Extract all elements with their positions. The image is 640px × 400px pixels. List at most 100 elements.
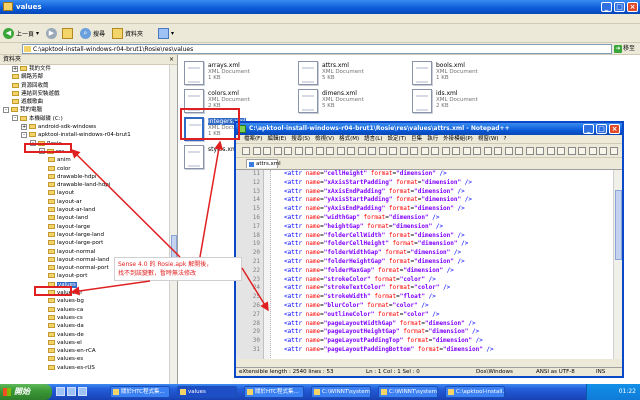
toolbar-icon[interactable] — [357, 147, 366, 155]
tree-item[interactable]: drawable-land-hdpi — [0, 181, 177, 189]
toolbar-icon[interactable] — [336, 147, 345, 155]
tree-item[interactable]: + android-sdk-windows — [0, 123, 177, 131]
menu-item[interactable]: 執行 — [427, 135, 438, 143]
toolbar-icon[interactable] — [557, 147, 565, 155]
taskbar-button[interactable]: C:\WINNT\system... — [378, 386, 438, 398]
toolbar-icon[interactable] — [441, 147, 450, 155]
toolbar-icon[interactable] — [546, 147, 555, 155]
file-item[interactable]: attrs.xml XML Document 5 KB — [298, 59, 398, 89]
expand-icon[interactable]: + — [12, 65, 18, 72]
tree-item[interactable]: values — [0, 281, 177, 289]
back-button[interactable]: ◀ 上一頁 ▾ — [3, 27, 39, 40]
tree-item[interactable]: color — [0, 165, 177, 173]
maximize-button[interactable]: □ — [614, 2, 625, 12]
toolbar-icon[interactable] — [536, 147, 544, 155]
toolbar-icon[interactable] — [347, 147, 355, 155]
tree-item[interactable]: layout-land — [0, 214, 177, 222]
editor-area[interactable]: 11 <attr name="cellHeight" format="dimens… — [236, 169, 622, 359]
tree-item[interactable]: values-cs — [0, 314, 177, 322]
quick-launch-icon[interactable] — [78, 387, 87, 396]
address-input[interactable]: C:\apktool-install-windows-r04-brut1\Ros… — [22, 44, 612, 54]
toolbar-icon[interactable] — [420, 147, 429, 155]
forward-button[interactable]: ▶ — [46, 27, 57, 40]
tree-item[interactable]: layout-ar — [0, 198, 177, 206]
tree-item[interactable]: values-da — [0, 322, 177, 330]
tree-item[interactable]: values-el — [0, 339, 177, 347]
quick-launch-icon[interactable] — [56, 387, 65, 396]
go-button[interactable]: ➜ 移至 — [614, 44, 636, 54]
menu-item[interactable]: 設定(T) — [388, 135, 407, 143]
close-button[interactable]: × — [627, 2, 638, 12]
toolbar-icon[interactable] — [305, 147, 313, 155]
tree-item[interactable]: values-en-rCA — [0, 347, 177, 355]
tab-attrs-xml[interactable]: attrs.xml — [246, 159, 281, 168]
tree-item[interactable]: values-de — [0, 331, 177, 339]
menu-item[interactable]: 檢視(V) — [315, 135, 334, 143]
minimize-button[interactable]: _ — [583, 124, 594, 134]
tree-item[interactable]: values-es — [0, 355, 177, 363]
toolbar-icon[interactable] — [410, 147, 418, 155]
quick-launch-icon[interactable] — [67, 387, 76, 396]
menu-item[interactable]: 格式(M) — [339, 135, 359, 143]
tree-item[interactable]: drawable-hdpi — [0, 173, 177, 181]
tree-item[interactable]: 網路芳鄰 — [0, 73, 177, 81]
toolbar-icon[interactable] — [378, 147, 387, 155]
toolbar-icon[interactable] — [515, 147, 523, 155]
file-item[interactable]: bools.xml XML Document 1 KB — [412, 59, 512, 89]
tree-item[interactable]: 遊戲歌曲 — [0, 98, 177, 106]
toolbar-icon[interactable] — [326, 147, 334, 155]
folders-button[interactable]: 資料夾 — [112, 27, 143, 40]
taskbar-button[interactable]: C:\WINNT\system... — [311, 386, 371, 398]
toolbar-icon[interactable] — [462, 147, 471, 155]
tree-item[interactable]: - apktool-install-windows-r04-brut1 — [0, 131, 177, 139]
toolbar-icon[interactable] — [273, 147, 282, 155]
toolbar-icon[interactable] — [368, 147, 376, 155]
collapse-icon[interactable]: - — [21, 131, 27, 138]
tree-item[interactable]: values-es-rUS — [0, 364, 177, 372]
toolbar-icon[interactable] — [525, 147, 534, 155]
toolbar-icon[interactable] — [389, 147, 397, 155]
file-item[interactable]: arrays.xml XML Document 1 KB — [184, 59, 284, 89]
views-button[interactable]: ▾ — [158, 27, 174, 40]
toolbar-icon[interactable] — [473, 147, 481, 155]
toolbar-icon[interactable] — [284, 147, 292, 155]
dropdown-arrow-icon[interactable]: ▾ — [36, 30, 39, 37]
toolbar-icon[interactable] — [599, 147, 607, 155]
menu-item[interactable]: 搜尋(S) — [291, 135, 310, 143]
file-item[interactable]: dimens.xml XML Document 5 KB — [298, 87, 398, 117]
start-button[interactable]: 開始 — [0, 384, 52, 400]
toolbar-icon[interactable] — [588, 147, 597, 155]
close-pane-icon[interactable]: × — [169, 55, 174, 65]
up-folder-button[interactable] — [62, 27, 73, 40]
close-button[interactable]: × — [609, 124, 620, 134]
menu-item[interactable]: ? — [504, 135, 507, 143]
tree-item[interactable]: layout-large-land — [0, 231, 177, 239]
toolbar-icon[interactable] — [431, 147, 439, 155]
maximize-button[interactable]: □ — [596, 124, 607, 134]
tree-item[interactable]: layout-large — [0, 223, 177, 231]
toolbar-icon[interactable] — [294, 147, 303, 155]
toolbar-icon[interactable] — [483, 147, 492, 155]
tree-item[interactable]: - 我的電腦 — [0, 106, 177, 114]
menu-item[interactable]: 檔案(F) — [244, 135, 262, 143]
tree-item[interactable]: layout — [0, 189, 177, 197]
tree-item[interactable]: layout-ar-land — [0, 206, 177, 214]
tree-item[interactable]: values-ca — [0, 306, 177, 314]
menu-item[interactable]: 視窗(W) — [478, 135, 499, 143]
tree-item[interactable]: anim — [0, 156, 177, 164]
toolbar-icon[interactable] — [504, 147, 513, 155]
tree-item[interactable]: values-ar — [0, 289, 177, 297]
minimize-button[interactable]: _ — [601, 2, 612, 12]
tree-item[interactable]: values-bg — [0, 297, 177, 305]
taskbar-button[interactable]: values — [177, 386, 237, 398]
toolbar-icon[interactable] — [252, 147, 261, 155]
toolbar-icon[interactable] — [315, 147, 324, 155]
toolbar-icon[interactable] — [578, 147, 586, 155]
menu-item[interactable]: 語言(L) — [364, 135, 382, 143]
taskbar-button[interactable]: 關於HTC程式集... — [110, 386, 170, 398]
tree-item[interactable]: layout-large-port — [0, 239, 177, 247]
tree-item[interactable]: + 我的文件 — [0, 65, 177, 73]
toolbar-icon[interactable] — [494, 147, 502, 155]
collapse-icon[interactable]: - — [12, 115, 18, 122]
taskbar-button[interactable]: C:\apktool-install... — [445, 386, 505, 398]
